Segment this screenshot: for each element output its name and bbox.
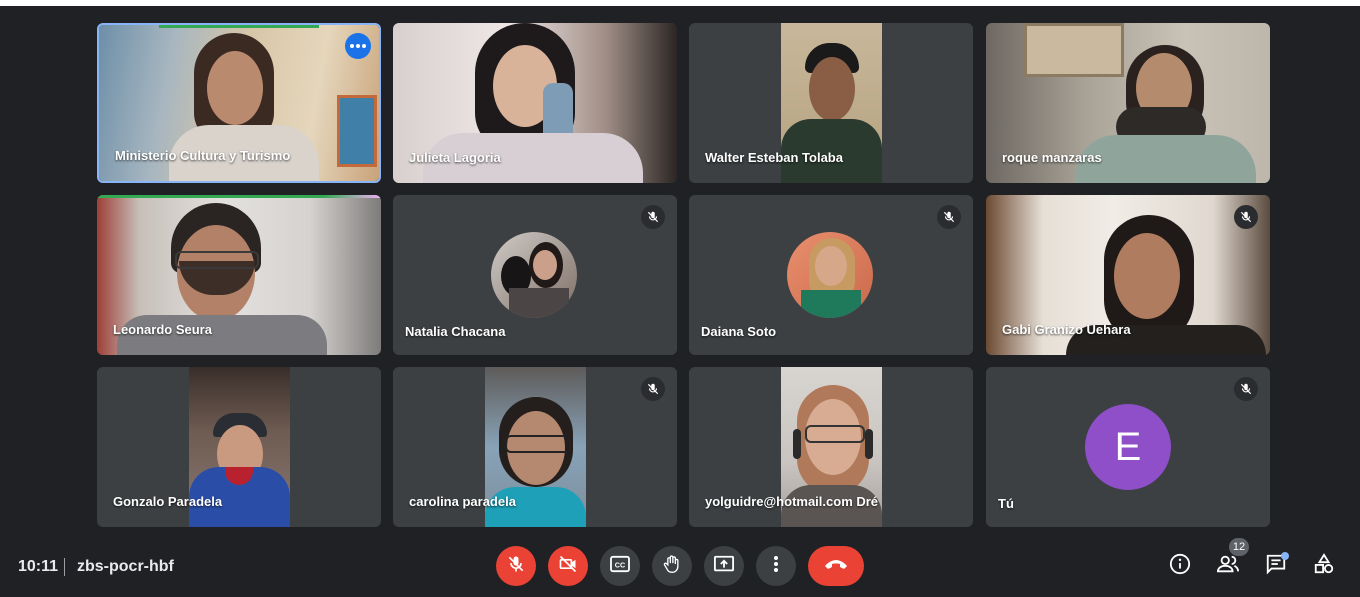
camera-toggle-button[interactable]	[548, 546, 588, 586]
participant-tile[interactable]: Natalia Chacana	[393, 195, 677, 355]
participant-tile[interactable]: Gabi Granizo Uehara	[986, 195, 1270, 355]
participant-name: roque manzaras	[1002, 150, 1102, 165]
captions-button[interactable]: CC	[600, 546, 640, 586]
participant-name: yolguidre@hotmail.com Dré	[705, 494, 879, 509]
raise-hand-button[interactable]	[652, 546, 692, 586]
participant-name: carolina paradela	[409, 494, 516, 509]
participant-tile[interactable]: Gonzalo Paradela	[97, 367, 381, 527]
participant-name: Walter Esteban Tolaba	[705, 150, 843, 165]
avatar	[491, 232, 577, 318]
control-bar: 10:11 zbs-pocr-hbf CC	[0, 540, 1360, 597]
raise-hand-icon	[662, 553, 682, 580]
chat-notification-dot	[1281, 552, 1289, 560]
speaking-indicator	[159, 25, 319, 28]
activities-icon	[1313, 552, 1335, 580]
participant-name: Tú	[998, 496, 1014, 511]
participant-name: Julieta Lagoria	[409, 150, 501, 165]
people-button[interactable]	[1216, 554, 1240, 578]
participant-count-badge: 12	[1229, 538, 1249, 556]
mic-off-icon	[641, 377, 665, 401]
mic-off-icon	[641, 205, 665, 229]
participant-tile[interactable]: Ministerio Cultura y Turismo	[97, 23, 381, 183]
participant-tile[interactable]: yolguidre@hotmail.com Dré	[689, 367, 973, 527]
participant-tile[interactable]: roque manzaras	[986, 23, 1270, 183]
info-icon	[1169, 553, 1191, 580]
participant-name: Natalia Chacana	[405, 324, 506, 339]
more-options-icon[interactable]	[345, 33, 371, 59]
participant-name: Leonardo Seura	[113, 322, 212, 337]
present-screen-button[interactable]	[704, 546, 744, 586]
participant-name: Gabi Granizo Uehara	[1002, 322, 1131, 337]
avatar: E	[1085, 404, 1171, 490]
meeting-code: zbs-pocr-hbf	[77, 558, 174, 575]
divider	[64, 558, 65, 576]
participant-tile[interactable]: E Tú	[986, 367, 1270, 527]
mic-toggle-button[interactable]	[496, 546, 536, 586]
browser-top-strip	[0, 0, 1360, 6]
people-icon	[1216, 553, 1240, 580]
participant-tile[interactable]: carolina paradela	[393, 367, 677, 527]
avatar	[787, 232, 873, 318]
camera-off-icon	[557, 554, 579, 579]
svg-text:CC: CC	[615, 560, 625, 569]
participant-tile[interactable]: Leonardo Seura	[97, 195, 381, 355]
mic-off-icon	[1234, 205, 1258, 229]
more-options-button[interactable]	[756, 546, 796, 586]
speaking-indicator	[97, 195, 381, 198]
activities-button[interactable]	[1312, 552, 1336, 580]
participant-name: Ministerio Cultura y Turismo	[115, 148, 291, 163]
participant-tile[interactable]: Julieta Lagoria	[393, 23, 677, 183]
participant-name: Gonzalo Paradela	[113, 494, 223, 509]
mic-off-icon	[1234, 377, 1258, 401]
end-call-icon	[823, 557, 849, 575]
more-options-icon	[773, 555, 779, 578]
participant-tile[interactable]: Walter Esteban Tolaba	[689, 23, 973, 183]
participant-grid: Ministerio Cultura y Turismo Julieta Lag…	[97, 23, 1270, 527]
captions-icon: CC	[609, 555, 631, 578]
mic-off-icon	[506, 554, 526, 579]
meeting-details-button[interactable]	[1168, 553, 1192, 580]
participant-tile[interactable]: Daiana Soto	[689, 195, 973, 355]
present-screen-icon	[713, 554, 735, 579]
participant-name: Daiana Soto	[701, 324, 777, 339]
meeting-time: 10:11	[18, 558, 59, 575]
mic-off-icon	[937, 205, 961, 229]
leave-call-button[interactable]	[808, 546, 864, 586]
